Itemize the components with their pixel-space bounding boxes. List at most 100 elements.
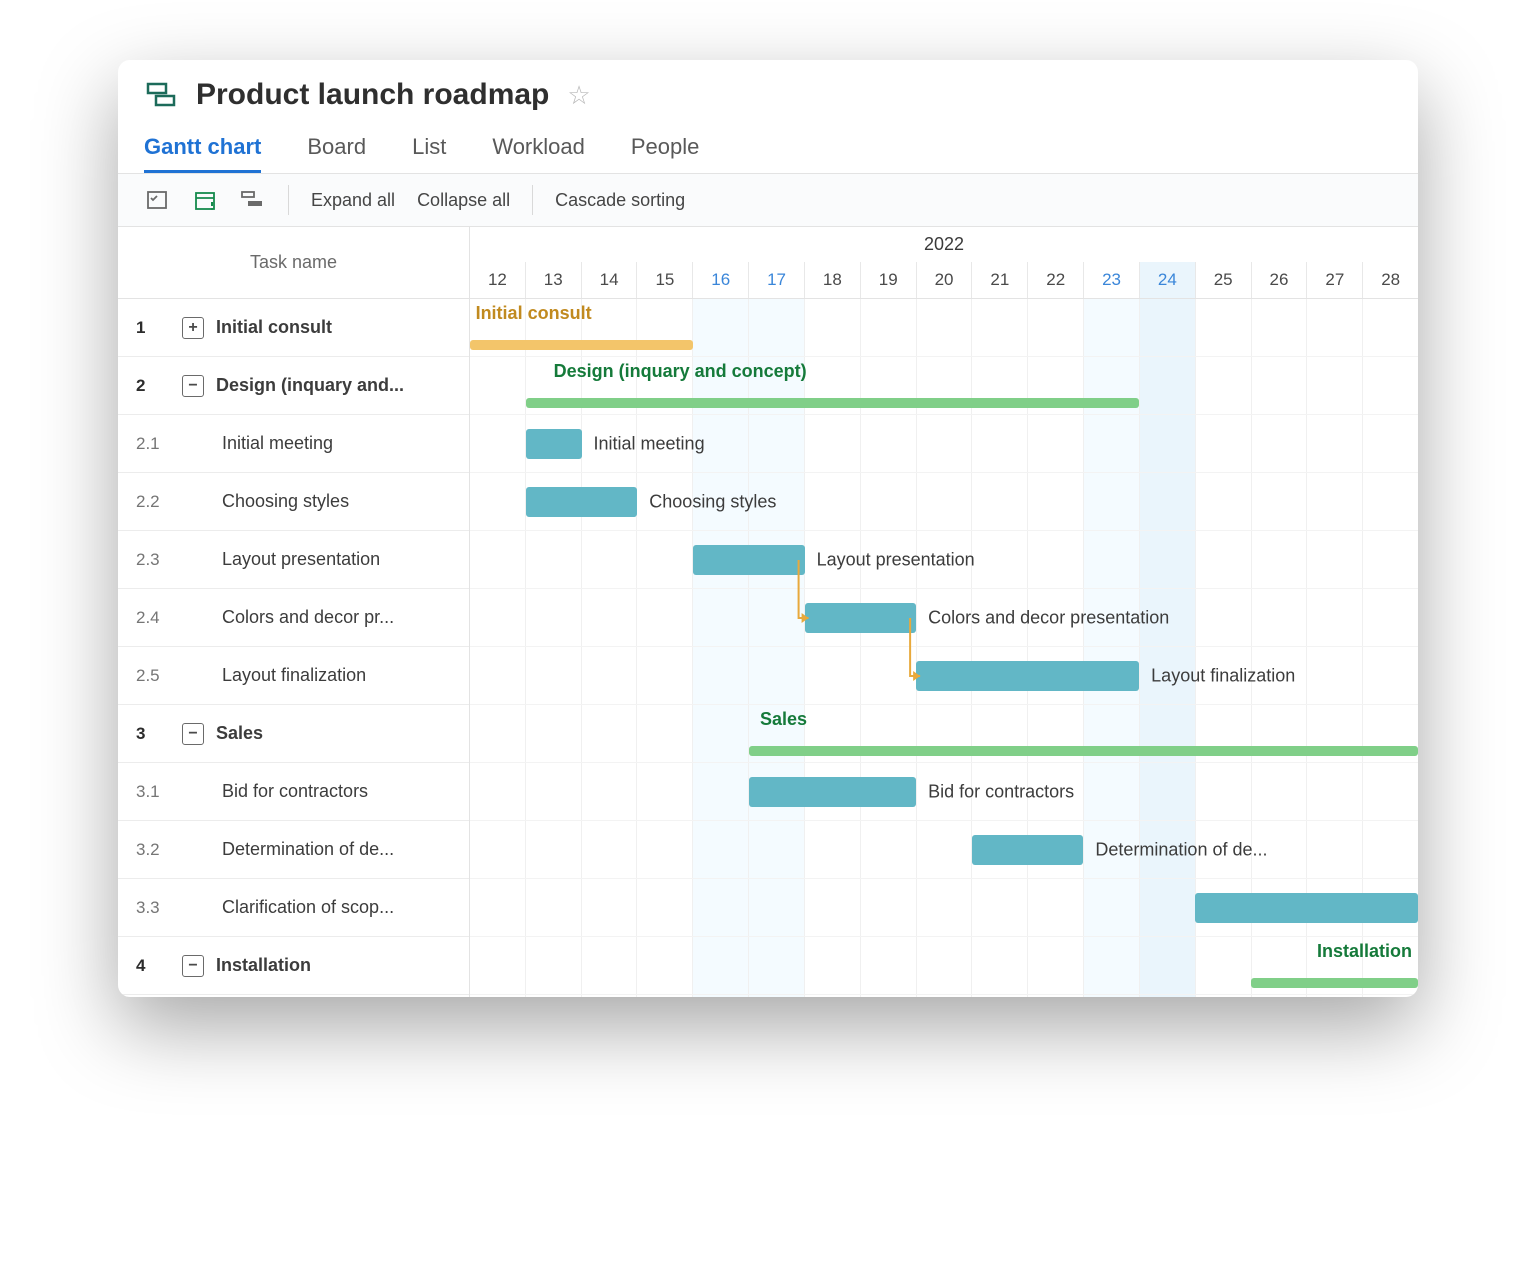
timeline-days: 1213141516171819202122232425262728	[470, 262, 1418, 298]
timeline-year: 2022	[470, 227, 1418, 262]
day-header[interactable]: 26	[1251, 262, 1307, 298]
timeline-row: Initial consult	[470, 299, 1418, 357]
day-header[interactable]: 17	[748, 262, 804, 298]
task-bar[interactable]	[805, 603, 917, 633]
timeline-row: Layout finalization	[470, 647, 1418, 705]
task-bar-label: Determination of de...	[1095, 839, 1267, 860]
task-label: Sales	[216, 723, 263, 744]
task-group-row[interactable]: 3−Sales	[118, 705, 469, 763]
task-bar[interactable]	[693, 545, 805, 575]
timeline-row: Initial meeting	[470, 415, 1418, 473]
timeline-row: Installation	[470, 937, 1418, 995]
header: Product launch roadmap ☆ Gantt chartBoar…	[118, 60, 1418, 173]
task-number: 2.1	[136, 434, 170, 454]
day-header[interactable]: 13	[525, 262, 581, 298]
task-label: Design (inquary and...	[216, 375, 404, 396]
summary-bar[interactable]	[749, 746, 1418, 756]
day-header[interactable]: 14	[581, 262, 637, 298]
task-row[interactable]: 3.3Clarification of scop...	[118, 879, 469, 937]
tab-workload[interactable]: Workload	[492, 134, 585, 173]
summary-label: Sales	[760, 709, 807, 730]
summary-label: Design (inquary and concept)	[554, 361, 807, 382]
task-row[interactable]: 2.5Layout finalization	[118, 647, 469, 705]
day-header[interactable]: 23	[1083, 262, 1139, 298]
task-row[interactable]: 2.2Choosing styles	[118, 473, 469, 531]
task-bar-label: Choosing styles	[649, 491, 776, 512]
tab-gantt-chart[interactable]: Gantt chart	[144, 134, 261, 173]
timeline-row: Layout presentation	[470, 531, 1418, 589]
task-bar-label: Bid for contractors	[928, 781, 1074, 802]
task-number: 3.2	[136, 840, 170, 860]
tab-board[interactable]: Board	[307, 134, 366, 173]
task-bar-label: Colors and decor presentation	[928, 607, 1169, 628]
task-number: 2.3	[136, 550, 170, 570]
task-row[interactable]: 2.1Initial meeting	[118, 415, 469, 473]
gantt-icon[interactable]	[240, 187, 266, 213]
task-label: Choosing styles	[216, 491, 349, 512]
collapse-icon[interactable]: −	[182, 723, 204, 745]
tab-list[interactable]: List	[412, 134, 446, 173]
task-row[interactable]: 4.1Start of the installation	[118, 995, 469, 997]
timeline-row	[470, 879, 1418, 937]
task-label: Determination of de...	[216, 839, 394, 860]
day-header[interactable]: 24	[1139, 262, 1195, 298]
task-bar[interactable]	[1195, 893, 1418, 923]
expand-all-button[interactable]: Expand all	[311, 190, 395, 211]
day-header[interactable]: 22	[1027, 262, 1083, 298]
day-header[interactable]: 12	[470, 262, 525, 298]
task-number: 2.5	[136, 666, 170, 686]
toolbar: Expand all Collapse all Cascade sorting	[118, 173, 1418, 227]
timeline-row	[470, 995, 1418, 997]
day-header[interactable]: 28	[1362, 262, 1418, 298]
task-bar-label: Layout presentation	[817, 549, 975, 570]
task-number: 3.1	[136, 782, 170, 802]
day-header[interactable]: 20	[916, 262, 972, 298]
favorite-star-icon[interactable]: ☆	[567, 80, 590, 111]
cascade-sorting-button[interactable]: Cascade sorting	[555, 190, 685, 211]
task-grid: Task name 1+Initial consult2−Design (inq…	[118, 227, 470, 997]
day-header[interactable]: 27	[1306, 262, 1362, 298]
task-label: Clarification of scop...	[216, 897, 394, 918]
day-header[interactable]: 21	[971, 262, 1027, 298]
collapse-icon[interactable]: −	[182, 955, 204, 977]
task-group-row[interactable]: 4−Installation	[118, 937, 469, 995]
timeline-row: Determination of de...	[470, 821, 1418, 879]
summary-bar[interactable]	[526, 398, 1139, 408]
expand-icon[interactable]: +	[182, 317, 204, 339]
summary-bar[interactable]	[1251, 978, 1418, 988]
task-bar-label: Initial meeting	[594, 433, 705, 454]
task-row[interactable]: 3.1Bid for contractors	[118, 763, 469, 821]
day-header[interactable]: 25	[1195, 262, 1251, 298]
task-row[interactable]: 2.4Colors and decor pr...	[118, 589, 469, 647]
task-bar[interactable]	[526, 487, 638, 517]
summary-label: Installation	[1317, 941, 1412, 962]
collapse-icon[interactable]: −	[182, 375, 204, 397]
task-number: 2	[136, 376, 170, 396]
timeline[interactable]: 2022 1213141516171819202122232425262728 …	[470, 227, 1418, 997]
task-row[interactable]: 2.3Layout presentation	[118, 531, 469, 589]
checklist-icon[interactable]	[144, 187, 170, 213]
task-number: 3	[136, 724, 170, 744]
day-header[interactable]: 16	[692, 262, 748, 298]
task-row[interactable]: 3.2 Determination of de...	[118, 821, 469, 879]
timeline-row: Choosing styles	[470, 473, 1418, 531]
day-header[interactable]: 19	[860, 262, 916, 298]
task-bar[interactable]	[526, 429, 582, 459]
task-group-row[interactable]: 2−Design (inquary and...	[118, 357, 469, 415]
calendar-alert-icon[interactable]	[192, 187, 218, 213]
task-number: 1	[136, 318, 170, 338]
task-bar[interactable]	[916, 661, 1139, 691]
project-icon	[144, 78, 178, 112]
task-label: Initial consult	[216, 317, 332, 338]
day-header[interactable]: 15	[636, 262, 692, 298]
separator	[532, 185, 533, 215]
tab-people[interactable]: People	[631, 134, 700, 173]
separator	[288, 185, 289, 215]
day-header[interactable]: 18	[804, 262, 860, 298]
task-bar[interactable]	[972, 835, 1084, 865]
summary-bar[interactable]	[470, 340, 693, 350]
collapse-all-button[interactable]: Collapse all	[417, 190, 510, 211]
task-group-row[interactable]: 1 + Initial consult	[118, 299, 469, 357]
task-bar[interactable]	[749, 777, 916, 807]
app-window: Product launch roadmap ☆ Gantt chartBoar…	[118, 60, 1418, 997]
